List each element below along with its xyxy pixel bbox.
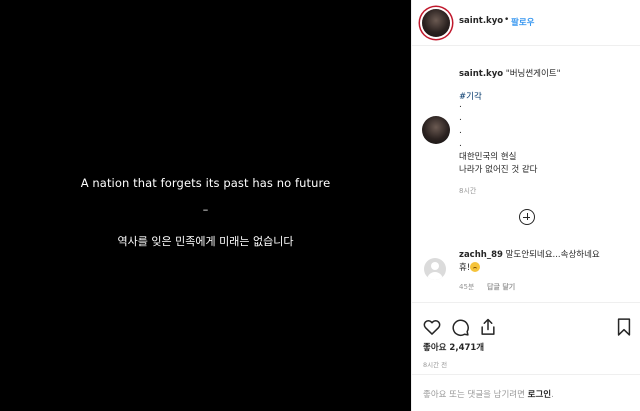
comment-login-bar: 좋아요 또는 댓글을 남기려면 로그인. <box>412 374 640 411</box>
caption-hashtag[interactable]: #기각 <box>459 90 482 102</box>
commenter-avatar[interactable] <box>424 258 446 280</box>
image-text-dash: – <box>202 203 209 216</box>
caption-title-line: saint.kyo "버닝썬게이트" <box>459 67 561 79</box>
heart-icon[interactable] <box>422 317 442 337</box>
caption-username[interactable]: saint.kyo <box>459 69 503 79</box>
caption-dot: . <box>459 139 462 149</box>
header-separator: • <box>504 15 510 25</box>
reply-button[interactable]: 답글 달기 <box>487 282 515 292</box>
image-text-english: A nation that forgets its past has no fu… <box>80 176 331 190</box>
worried-face-icon <box>470 262 481 272</box>
caption-line-2: 나라가 없어진 것 같다 <box>459 165 538 175</box>
caption-dot: . <box>459 113 462 123</box>
follow-button[interactable]: 팔로우 <box>511 16 534 28</box>
post-image: A nation that forgets its past has no fu… <box>0 0 411 411</box>
comment-line-2: 휴! <box>459 261 481 273</box>
author-username[interactable]: saint.kyo <box>459 16 503 26</box>
caption-line-1: 대한민국의 현실 <box>459 152 517 162</box>
comment-text: 말도안되네요...속상하네요 <box>505 250 600 260</box>
commenter-username[interactable]: zachh_89 <box>459 250 503 260</box>
load-more-comments-icon[interactable] <box>519 209 535 225</box>
comment-login-prompt: 좋아요 또는 댓글을 남기려면 로그인. <box>423 388 554 400</box>
comment-age: 45분 <box>459 283 475 291</box>
login-link[interactable]: 로그인 <box>528 390 551 400</box>
comment-prompt-text: 좋아요 또는 댓글을 남기려면 <box>423 390 528 400</box>
bookmark-icon[interactable] <box>614 317 634 337</box>
caption-avatar[interactable] <box>422 116 450 144</box>
caption-time: 8시간 <box>459 187 477 195</box>
comment-icon[interactable] <box>450 317 470 337</box>
post-header: saint.kyo • 팔로우 <box>412 0 640 46</box>
image-text-korean: 역사를 잊은 민족에게 미래는 없습니다 <box>117 235 294 248</box>
post-timestamp: 8시간 전 <box>423 361 448 369</box>
post-side-panel: saint.kyo • 팔로우 saint.kyo "버닝썬게이트" #기각 .… <box>411 0 640 411</box>
comment-text-end: 휴! <box>459 263 471 273</box>
share-icon[interactable] <box>478 317 498 337</box>
post-actions: 좋아요 2,471개 8시간 전 <box>412 302 640 382</box>
comment-prompt-end: . <box>551 390 554 400</box>
caption-title: "버닝썬게이트" <box>505 69 561 79</box>
comment-line-1: zachh_89 말도안되네요...속상하네요 <box>459 248 600 260</box>
like-count[interactable]: 좋아요 2,471개 <box>423 341 484 353</box>
caption-dot: . <box>459 126 462 136</box>
caption-dot: . <box>459 100 462 110</box>
author-avatar[interactable] <box>422 9 450 37</box>
